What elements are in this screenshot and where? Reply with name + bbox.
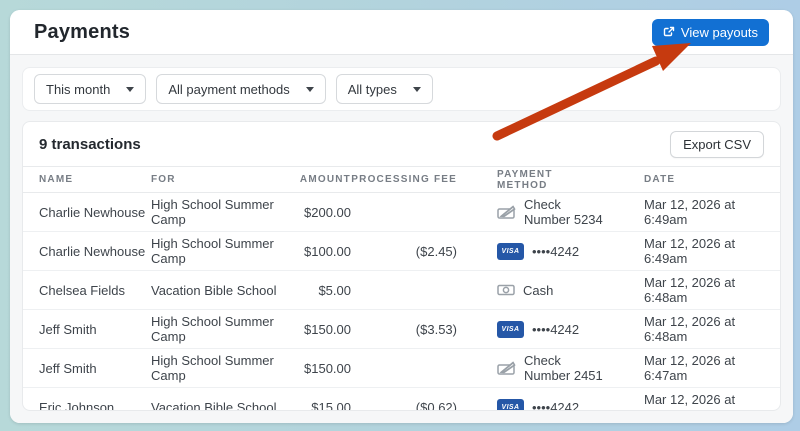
column-header: PAYMENT METHOD bbox=[497, 168, 553, 191]
page-title: Payments bbox=[34, 20, 131, 43]
table-row[interactable]: Charlie Newhouse High School Summer Camp… bbox=[23, 232, 780, 271]
cell-name: Chelsea Fields bbox=[39, 282, 125, 298]
visa-badge: VISA bbox=[497, 242, 524, 260]
cell-amount: $150.00 bbox=[304, 321, 351, 337]
table-row[interactable]: Chelsea Fields Vacation Bible School $5.… bbox=[23, 271, 780, 310]
cell-name: Eric Johnson bbox=[39, 399, 115, 411]
filter-dropdown-0[interactable]: This month bbox=[34, 74, 147, 104]
cell-date: Mar 12, 2026 at 6:47am bbox=[644, 353, 736, 383]
column-header: NAME bbox=[39, 174, 74, 185]
cell-payment-method: Check Number 2451 bbox=[457, 353, 604, 383]
payment-method-label: ••••4242 bbox=[532, 399, 580, 411]
export-csv-button[interactable]: Export CSV bbox=[670, 130, 764, 158]
cell-amount: $150.00 bbox=[304, 360, 351, 376]
view-payouts-button[interactable]: View payouts bbox=[651, 18, 769, 46]
transactions-header: 9 transactions Export CSV bbox=[23, 122, 780, 166]
cash-icon bbox=[497, 283, 515, 297]
payment-method-label: ••••4242 bbox=[532, 321, 580, 337]
cell-name: Charlie Newhouse bbox=[39, 243, 146, 259]
column-header: DATE bbox=[644, 174, 676, 185]
cell-date: Mar 12, 2026 at 6:48am bbox=[644, 314, 736, 344]
table-row[interactable]: Eric Johnson Vacation Bible School $15.0… bbox=[23, 388, 780, 410]
cell-for: Vacation Bible School bbox=[151, 282, 277, 298]
chevron-down-icon bbox=[126, 86, 135, 92]
payment-method-label: Cash bbox=[523, 282, 554, 298]
cell-for: High School Summer Camp bbox=[151, 197, 274, 227]
cell-for: High School Summer Camp bbox=[151, 353, 274, 383]
cell-amount: $5.00 bbox=[318, 282, 351, 298]
visa-badge: VISA bbox=[497, 320, 524, 338]
check-icon bbox=[497, 204, 516, 220]
filter-bar: This month All payment methods All types bbox=[22, 67, 781, 111]
cell-for: High School Summer Camp bbox=[151, 236, 274, 266]
visa-badge: VISA bbox=[497, 398, 524, 410]
cell-payment-method: Check Number 5234 bbox=[457, 197, 604, 227]
table-row[interactable]: Jeff Smith High School Summer Camp $150.… bbox=[23, 310, 780, 349]
payments-page: Payments View payouts This month All pay… bbox=[10, 10, 793, 423]
cell-date: Mar 12, 2026 at 6:48am bbox=[644, 275, 736, 305]
payment-method-label: ••••4242 bbox=[532, 243, 580, 259]
cell-name: Jeff Smith bbox=[39, 321, 97, 337]
filter-dropdown-label: All types bbox=[347, 81, 397, 97]
cell-payment-method: VISA ••••4242 bbox=[457, 320, 604, 338]
cell-payment-method: VISA ••••4242 bbox=[457, 242, 604, 260]
cell-date: Mar 12, 2026 at 6:49am bbox=[644, 197, 736, 227]
page-body: This month All payment methods All types… bbox=[10, 55, 793, 423]
cell-payment-method: Cash bbox=[457, 283, 604, 298]
cell-processing-fee: ($2.45) bbox=[415, 243, 457, 259]
page-header: Payments View payouts bbox=[10, 10, 793, 55]
column-header: AMOUNT bbox=[299, 174, 351, 185]
filter-dropdown-2[interactable]: All types bbox=[335, 74, 433, 104]
chevron-down-icon bbox=[412, 86, 421, 92]
column-header: FOR bbox=[151, 174, 176, 185]
payment-method-label: Check Number 5234 bbox=[524, 197, 603, 227]
table-header-row: NAME FOR AMOUNT PROCESSING FEE PAYMENT METHO… bbox=[23, 166, 780, 193]
payment-method-label: Check Number 2451 bbox=[524, 353, 603, 383]
table-row[interactable]: Charlie Newhouse High School Summer Camp… bbox=[23, 193, 780, 232]
external-link-icon bbox=[663, 26, 675, 38]
cell-name: Charlie Newhouse bbox=[39, 204, 146, 220]
transactions-count: 9 transactions bbox=[39, 135, 141, 153]
cell-amount: $200.00 bbox=[304, 204, 351, 220]
cell-payment-method: VISA ••••4242 bbox=[457, 398, 604, 411]
filter-dropdown-label: All payment methods bbox=[168, 81, 290, 97]
cell-date: Mar 12, 2026 at 6:49am bbox=[644, 236, 736, 266]
table-body: Charlie Newhouse High School Summer Camp… bbox=[23, 193, 780, 410]
filter-dropdown-label: This month bbox=[46, 81, 111, 97]
cell-for: Vacation Bible School bbox=[151, 399, 277, 411]
cell-date: Mar 12, 2026 at 6:45am bbox=[644, 392, 736, 410]
cell-amount: $15.00 bbox=[311, 399, 351, 411]
chevron-down-icon bbox=[305, 86, 314, 92]
transactions-card: 9 transactions Export CSV NAME FOR AMOUNT P… bbox=[22, 121, 781, 411]
cell-processing-fee: ($0.62) bbox=[415, 399, 457, 411]
table-row[interactable]: Jeff Smith High School Summer Camp $150.… bbox=[23, 349, 780, 388]
cell-amount: $100.00 bbox=[304, 243, 351, 259]
cell-for: High School Summer Camp bbox=[151, 314, 274, 344]
view-payouts-label: View payouts bbox=[680, 24, 758, 40]
check-icon bbox=[497, 360, 516, 376]
cell-name: Jeff Smith bbox=[39, 360, 97, 376]
cell-processing-fee: ($3.53) bbox=[415, 321, 457, 337]
column-header: PROCESSING FEE bbox=[351, 174, 457, 185]
filter-dropdown-1[interactable]: All payment methods bbox=[156, 74, 326, 104]
